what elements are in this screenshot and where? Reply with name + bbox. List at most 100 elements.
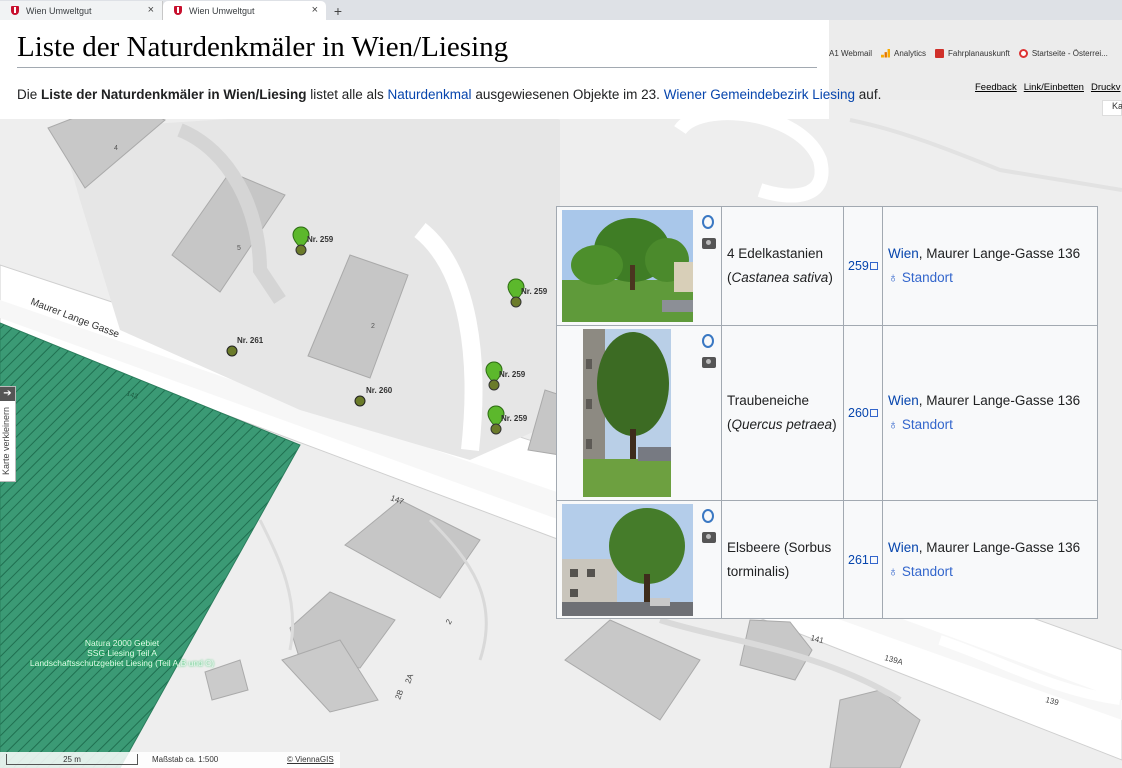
wien-favicon-icon xyxy=(10,5,20,16)
page-header: Liste der Naturdenkmäler in Wien/Liesing… xyxy=(0,20,881,119)
address-text: , Maurer Lange-Gasse 136 xyxy=(918,246,1081,261)
pin-icon: ♁ xyxy=(888,564,899,579)
intro-pre: Die xyxy=(17,87,42,102)
standort-link[interactable]: ♁ Standort xyxy=(888,560,1097,584)
address-text: , Maurer Lange-Gasse 136 xyxy=(918,393,1081,408)
commons-icon[interactable] xyxy=(702,509,714,523)
nr-link[interactable]: 259 xyxy=(848,259,869,273)
city-link[interactable]: Wien xyxy=(888,246,919,261)
fahrplan-icon xyxy=(935,48,944,58)
intro-mid: listet alle als xyxy=(306,87,388,102)
table-row: Elsbeere (Sorbus torminalis) 261 Wien, Ma… xyxy=(557,501,1097,619)
latin-name: Castanea sativa xyxy=(731,270,829,285)
zone-label-line-3: SSG Liesing Teil A xyxy=(87,648,157,658)
naturdenkmal-table: 4 Edelkastanien (Castanea sativa) 259 Wie… xyxy=(556,206,1098,619)
link-liesing[interactable]: Liesing xyxy=(812,87,855,102)
standort-link[interactable]: ♁ Standort xyxy=(888,266,1097,290)
name-cell: 4 Edelkastanien (Castanea sativa) xyxy=(722,207,844,325)
arrow-right-icon[interactable]: ➔ xyxy=(0,387,15,401)
house-number: 4 xyxy=(114,145,118,152)
city-link[interactable]: Wien xyxy=(888,540,919,555)
tab-title: Wien Umweltgut xyxy=(26,5,92,16)
embed-link[interactable]: Link/Einbetten xyxy=(1024,82,1084,93)
standort-label: Standort xyxy=(901,270,953,285)
latin-name: torminalis xyxy=(727,564,785,579)
bookmark-a1-webmail[interactable]: A1 Webmail xyxy=(829,49,872,58)
zone-label-line-2: Landschaftsschutzgebiet Liesing (Teil A,… xyxy=(29,658,215,668)
marker-label: Nr. 259 xyxy=(307,235,334,244)
bookmark-label: A1 Webmail xyxy=(829,48,872,58)
new-tab-button[interactable]: + xyxy=(326,1,350,20)
intro-text: Die Liste der Naturdenkmäler in Wien/Lie… xyxy=(17,87,881,102)
external-link-icon xyxy=(869,409,878,417)
tree-photo[interactable] xyxy=(583,329,671,497)
browser-tab-2[interactable]: Wien Umweltgut × xyxy=(163,1,326,20)
wien-favicon-icon xyxy=(173,5,183,16)
external-link-icon xyxy=(869,556,878,564)
map-marker-dot[interactable] xyxy=(225,344,239,358)
page-actions: Feedback Link/Einbetten Druckv xyxy=(975,82,1121,93)
tree-photo[interactable] xyxy=(562,210,693,322)
close-icon[interactable]: × xyxy=(312,4,318,16)
intro-bold: Liste der Naturdenkmäler in Wien/Liesing xyxy=(41,87,307,102)
marker-label: Nr. 260 xyxy=(366,386,393,395)
photo-cell xyxy=(557,207,722,325)
tree-name: Traubeneiche xyxy=(727,393,810,408)
camera-icon[interactable] xyxy=(702,238,716,249)
standort-label: Standort xyxy=(901,564,953,579)
row-icons xyxy=(702,509,716,543)
bookmark-startseite[interactable]: Startseite - Österrei... xyxy=(1018,48,1108,58)
nr-cell: 261 xyxy=(844,501,883,619)
name-cell: Elsbeere (Sorbus torminalis) xyxy=(722,501,844,619)
start-icon xyxy=(1018,48,1028,58)
tree-name: Elsbeere (Sorbus xyxy=(727,540,832,555)
table-row: Traubeneiche (Quercus petraea) 260 Wien, … xyxy=(557,326,1097,501)
house-number: 5 xyxy=(237,245,241,252)
commons-icon[interactable] xyxy=(702,334,714,348)
scale-bar-line: 25 m xyxy=(6,754,138,765)
standort-label: Standort xyxy=(901,417,953,432)
house-number: 2 xyxy=(371,323,375,330)
latin-name: Quercus petraea xyxy=(731,417,833,432)
camera-icon[interactable] xyxy=(702,532,716,543)
row-icons xyxy=(702,215,716,249)
photo-cell xyxy=(557,501,722,619)
external-link-icon xyxy=(869,262,878,270)
bookmark-label: Startseite - Österrei... xyxy=(1031,48,1108,58)
marker-label: Nr. 261 xyxy=(237,336,264,345)
marker-label: Nr. 259 xyxy=(521,287,548,296)
marker-label: Nr. 259 xyxy=(501,414,528,423)
camera-icon[interactable] xyxy=(702,357,716,368)
bookmark-fahrplan[interactable]: Fahrplanauskunft xyxy=(935,48,1010,58)
nr-link[interactable]: 260 xyxy=(848,406,869,420)
link-naturdenkmal[interactable]: Naturdenkmal xyxy=(388,87,472,102)
bookmarks-bar: A1 Webmail Analytics Fahrplanauskunft St… xyxy=(829,42,1122,64)
marker-label: Nr. 259 xyxy=(499,370,526,379)
standort-link[interactable]: ♁ Standort xyxy=(888,413,1097,437)
map-marker-dot[interactable] xyxy=(353,394,367,408)
map-scale-bar: 25 m Maßstab ca. 1:500 © ViennaGIS xyxy=(0,752,340,768)
address-text: , Maurer Lange-Gasse 136 xyxy=(918,540,1081,555)
intro-post: auf. xyxy=(855,87,882,102)
commons-icon[interactable] xyxy=(702,215,714,229)
print-link[interactable]: Druckv xyxy=(1091,82,1121,93)
link-gemeindebezirk[interactable]: Wiener Gemeindebezirk xyxy=(664,87,809,102)
intro-mid: ausgewiesenen Objekte im 23. xyxy=(471,87,664,102)
table-row: 4 Edelkastanien (Castanea sativa) 259 Wie… xyxy=(557,207,1097,326)
row-icons xyxy=(702,334,716,368)
close-icon[interactable]: × xyxy=(148,4,154,16)
map-layer-label[interactable]: Ka xyxy=(1102,100,1122,116)
nr-link[interactable]: 261 xyxy=(848,553,869,567)
scale-text: Maßstab ca. 1:500 xyxy=(152,755,219,764)
feedback-link[interactable]: Feedback xyxy=(975,82,1017,93)
map-collapse-tab[interactable]: ➔ Karte verkleinern xyxy=(0,386,16,482)
browser-tab-1[interactable]: Wien Umweltgut × xyxy=(0,1,163,20)
city-link[interactable]: Wien xyxy=(888,393,919,408)
bookmark-label: Analytics xyxy=(893,48,926,58)
bookmark-analytics[interactable]: Analytics xyxy=(880,48,926,58)
tab-title: Wien Umweltgut xyxy=(189,5,255,16)
location-cell: Wien, Maurer Lange-Gasse 136 ♁ Standort xyxy=(883,326,1097,500)
location-cell: Wien, Maurer Lange-Gasse 136 ♁ Standort xyxy=(883,501,1097,619)
copyright-link[interactable]: © ViennaGIS xyxy=(287,755,334,764)
tree-photo[interactable] xyxy=(562,504,693,616)
